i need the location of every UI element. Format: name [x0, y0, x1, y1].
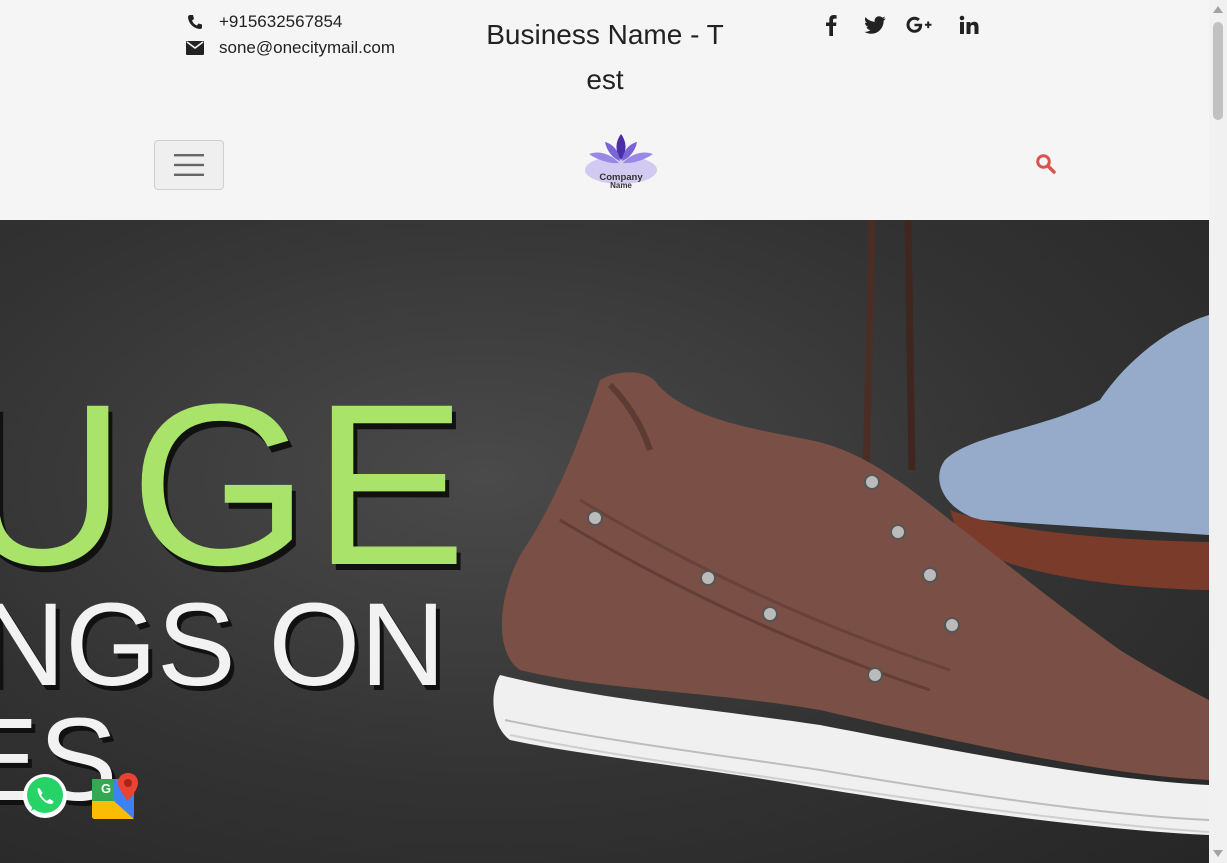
google-maps-icon: G: [92, 773, 138, 819]
hero-banner: UGE NGS ON ES: [0, 220, 1209, 863]
business-name-line2: est: [586, 64, 624, 95]
hamburger-icon: [174, 154, 204, 176]
facebook-icon[interactable]: [818, 12, 844, 38]
company-logo[interactable]: Company Name: [583, 132, 659, 192]
social-links: [818, 12, 982, 38]
scroll-up-arrow-icon[interactable]: [1213, 6, 1223, 13]
phone-number: +915632567854: [219, 12, 343, 31]
scroll-thumb[interactable]: [1213, 22, 1223, 120]
scroll-down-arrow-icon[interactable]: [1213, 850, 1223, 857]
whatsapp-button[interactable]: [22, 773, 68, 824]
google-plus-icon[interactable]: [906, 12, 932, 38]
envelope-icon: [185, 39, 205, 57]
google-maps-button[interactable]: G: [90, 771, 142, 826]
svg-text:G: G: [101, 781, 111, 796]
search-button[interactable]: [1035, 153, 1057, 175]
menu-toggle-button[interactable]: [154, 140, 224, 190]
phone-contact[interactable]: +915632567854: [185, 12, 342, 32]
email-address: sone@onecitymail.com: [219, 38, 395, 57]
logo-line2: Name: [610, 181, 632, 190]
linkedin-icon[interactable]: [956, 12, 982, 38]
business-name-line1: Business Name - T: [486, 19, 724, 50]
business-name: Business Name - T est: [470, 12, 740, 102]
twitter-icon[interactable]: [862, 12, 888, 38]
site-header: +915632567854 sone@onecitymail.com Busin…: [0, 0, 1209, 220]
whatsapp-icon: [23, 774, 67, 818]
email-contact[interactable]: sone@onecitymail.com: [185, 38, 395, 58]
phone-icon: [185, 13, 205, 31]
page-scrollbar[interactable]: [1209, 0, 1227, 863]
search-icon: [1036, 154, 1056, 174]
shoes-image: [493, 220, 1209, 835]
